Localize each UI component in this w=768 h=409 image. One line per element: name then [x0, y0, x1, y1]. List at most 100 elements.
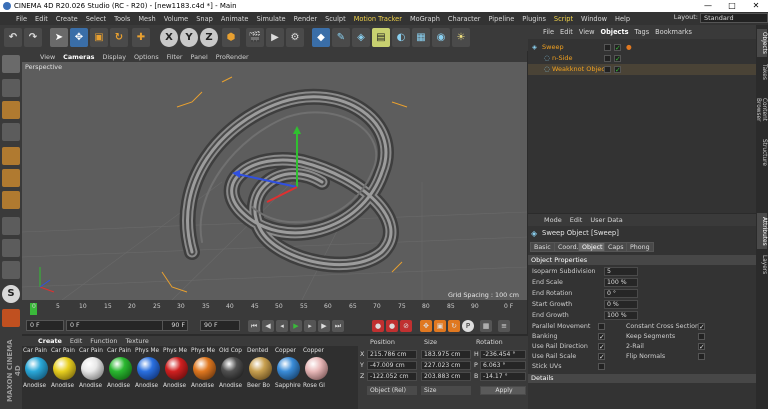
menu-select[interactable]: Select: [82, 15, 110, 23]
material-swatch[interactable]: Car Pain Anodise: [51, 347, 78, 390]
menu-plugins[interactable]: Plugins: [518, 15, 550, 23]
tab-phong[interactable]: Phong: [626, 242, 654, 252]
objects-menu-tags[interactable]: Tags: [632, 28, 653, 36]
menu-create[interactable]: Create: [52, 15, 82, 23]
menu-mograph[interactable]: MoGraph: [406, 15, 444, 23]
viewport-menu-panel[interactable]: Panel: [187, 53, 212, 61]
keyframe-selection-button[interactable]: ⊘: [400, 320, 412, 332]
isoparm-subdivision-field[interactable]: 5: [604, 267, 638, 276]
menu-help[interactable]: Help: [611, 15, 634, 23]
prev-key-button[interactable]: ◀: [262, 320, 274, 332]
material-menu-edit[interactable]: Edit: [66, 337, 86, 345]
minimize-button[interactable]: —: [696, 0, 720, 12]
x-axis-icon[interactable]: X: [160, 28, 178, 47]
rotation-h-field[interactable]: -236.454 °: [480, 350, 526, 359]
side-tab-content-browser[interactable]: Content Browser: [755, 87, 767, 133]
create-icon[interactable]: ✚: [132, 28, 150, 47]
object-row-weakknot[interactable]: ◌ Weakknot Object ✓: [528, 64, 756, 75]
use-rail-scale-checkbox[interactable]: ✓: [598, 353, 605, 361]
max-frame-field[interactable]: 90 F: [200, 320, 240, 331]
object-row-n-side[interactable]: ◌ n-Side ✓: [528, 53, 756, 64]
redo-icon[interactable]: ↷: [24, 28, 42, 47]
viewport-menu-filter[interactable]: Filter: [163, 53, 187, 61]
workplane-icon[interactable]: [2, 123, 20, 141]
menu-mesh[interactable]: Mesh: [134, 15, 159, 23]
deformer-icon[interactable]: ◐: [392, 28, 410, 47]
texture-mode-icon[interactable]: [2, 101, 20, 119]
timeline-ruler[interactable]: 0 5 10 15 20 25 30 35 40 45 50 55 60 65 …: [22, 300, 527, 318]
edges-mode-icon[interactable]: [2, 169, 20, 187]
two-rail-checkbox[interactable]: ✓: [698, 343, 705, 351]
menu-pipeline[interactable]: Pipeline: [484, 15, 518, 23]
snap-icon[interactable]: S: [2, 285, 20, 303]
visibility-toggle[interactable]: [604, 66, 611, 73]
rotation-p-field[interactable]: 6.063 °: [480, 361, 526, 370]
enable-toggle[interactable]: ✓: [614, 55, 621, 63]
objects-menu-view[interactable]: View: [576, 28, 598, 36]
objects-menu-bookmarks[interactable]: Bookmarks: [652, 28, 695, 36]
rotation-b-field[interactable]: -14.17 °: [480, 372, 526, 381]
go-to-end-button[interactable]: ⏭: [332, 320, 344, 332]
prev-frame-button[interactable]: ◂: [276, 320, 288, 332]
attributes-menu-mode[interactable]: Mode: [540, 216, 566, 224]
side-tab-layers[interactable]: Layers: [757, 253, 767, 277]
material-menu-create[interactable]: Create: [34, 337, 66, 345]
maximize-button[interactable]: □: [720, 0, 744, 12]
material-swatch[interactable]: Car Pain Anodise: [23, 347, 50, 390]
size-x-field[interactable]: 183.975 cm: [421, 350, 471, 359]
world-coord-icon[interactable]: ⬢: [222, 28, 240, 47]
start-growth-field[interactable]: 0 %: [604, 300, 638, 309]
enable-axis-icon[interactable]: [2, 217, 20, 235]
cube-icon[interactable]: ◆: [312, 28, 330, 47]
viewport-menu-prorender[interactable]: ProRender: [212, 53, 253, 61]
point-level-icon[interactable]: ▦: [480, 320, 492, 332]
use-rail-direction-checkbox[interactable]: ✓: [598, 343, 605, 351]
position-x-field[interactable]: 215.786 cm: [367, 350, 417, 359]
z-axis-icon[interactable]: Z: [200, 28, 218, 47]
rotate-icon[interactable]: ↻: [110, 28, 128, 47]
objects-menu-edit[interactable]: Edit: [557, 28, 576, 36]
side-tab-structure[interactable]: Structure: [757, 137, 767, 167]
viewport-menu-cameras[interactable]: Cameras: [59, 53, 98, 61]
record-button[interactable]: ●: [372, 320, 384, 332]
next-frame-button[interactable]: ▸: [304, 320, 316, 332]
render-picture-icon[interactable]: ▶: [266, 28, 284, 47]
stick-uvs-checkbox[interactable]: [598, 363, 605, 370]
close-button[interactable]: ✕: [744, 0, 768, 12]
visibility-toggle[interactable]: [604, 55, 611, 62]
material-swatch[interactable]: Dented Beer Bo: [247, 347, 274, 390]
material-swatch[interactable]: Phys Me Anodise: [191, 347, 218, 390]
menu-script[interactable]: Script: [550, 15, 577, 23]
end-frame-field[interactable]: 90 F: [162, 320, 188, 331]
flip-normals-checkbox[interactable]: [698, 353, 705, 360]
y-axis-icon[interactable]: Y: [180, 28, 198, 47]
tab-object[interactable]: Object: [578, 242, 607, 252]
material-swatch[interactable]: Copper Rose Gl: [303, 347, 330, 390]
coordinate-mode-select[interactable]: Object (Rel): [367, 386, 417, 395]
side-tab-attributes[interactable]: Attributes: [757, 213, 767, 249]
size-mode-select[interactable]: Size: [421, 386, 471, 395]
position-key-icon[interactable]: ✥: [420, 320, 432, 332]
pen-icon[interactable]: ✎: [332, 28, 350, 47]
scale-key-icon[interactable]: ▣: [434, 320, 446, 332]
objects-menu-file[interactable]: File: [540, 28, 557, 36]
render-view-icon[interactable]: 🎬: [246, 28, 264, 47]
menu-tools[interactable]: Tools: [110, 15, 134, 23]
undo-icon[interactable]: ↶: [4, 28, 22, 47]
size-y-field[interactable]: 227.023 cm: [421, 361, 471, 370]
menu-file[interactable]: File: [12, 15, 31, 23]
camera-icon[interactable]: ◉: [432, 28, 450, 47]
end-rotation-field[interactable]: 0 °: [604, 289, 638, 298]
menu-animate[interactable]: Animate: [217, 15, 253, 23]
scale-icon[interactable]: ▣: [90, 28, 108, 47]
viewport-menu-display[interactable]: Display: [98, 53, 130, 61]
material-swatch[interactable]: Copper Sapphire: [275, 347, 302, 390]
menu-render[interactable]: Render: [290, 15, 321, 23]
locked-workplane-icon[interactable]: [2, 309, 20, 327]
material-swatch[interactable]: Phys Me Anodise: [135, 347, 162, 390]
position-z-field[interactable]: -122.052 cm: [367, 372, 417, 381]
viewport-solo-icon[interactable]: [2, 261, 20, 279]
attributes-menu-user-data[interactable]: User Data: [586, 216, 626, 224]
menu-simulate[interactable]: Simulate: [252, 15, 289, 23]
menu-motion-tracker[interactable]: Motion Tracker: [350, 15, 406, 23]
